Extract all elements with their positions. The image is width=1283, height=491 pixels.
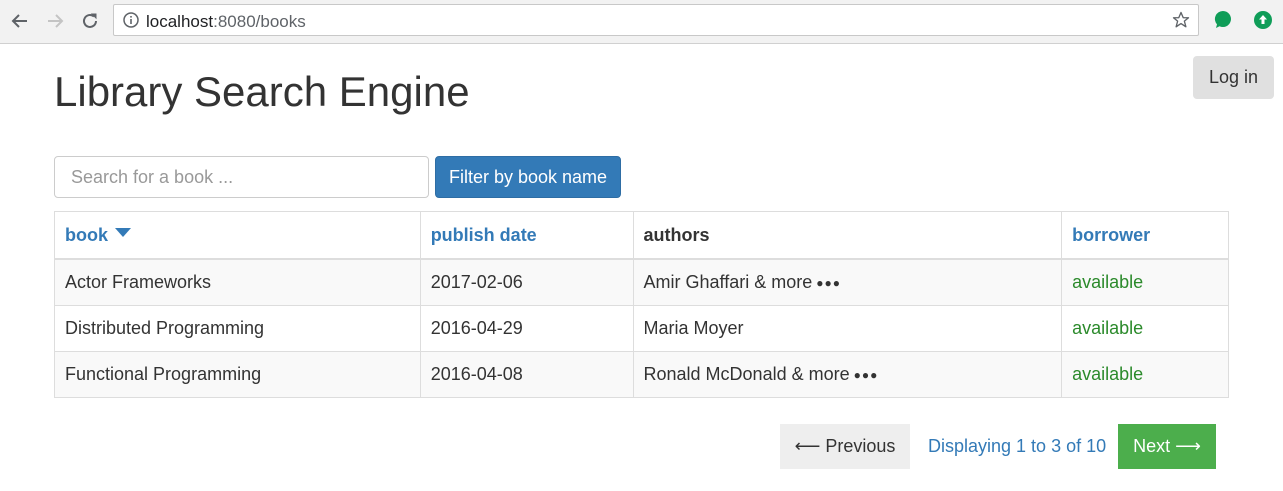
pagination-status: Displaying 1 to 3 of 10 xyxy=(928,436,1107,456)
authors-cell: Maria Moyer xyxy=(632,305,1063,352)
authors-cell: Amir Ghaffari & more ●●● xyxy=(632,258,1063,306)
search-input[interactable] xyxy=(54,156,429,198)
table-row: Actor Frameworks 2017-02-06 Amir Ghaffar… xyxy=(54,258,1229,306)
chat-extension-icon[interactable] xyxy=(1213,10,1233,30)
column-header-borrower[interactable]: borrower xyxy=(1061,211,1229,260)
table-row: Distributed Programming 2016-04-29 Maria… xyxy=(54,305,1229,352)
url-text: localhost:8080/books xyxy=(146,12,306,31)
filter-by-name-button[interactable]: Filter by book name xyxy=(435,156,621,198)
reload-button[interactable] xyxy=(78,9,102,33)
book-title-cell: Distributed Programming xyxy=(54,305,421,352)
more-authors-icon[interactable]: ●●● xyxy=(854,368,879,382)
borrower-cell: available xyxy=(1061,258,1229,306)
forward-arrow-icon xyxy=(48,14,64,28)
table-row: Functional Programming 2016-04-08 Ronald… xyxy=(54,351,1229,398)
column-header-authors: authors xyxy=(632,211,1063,260)
back-button[interactable] xyxy=(8,9,32,33)
browser-toolbar: localhost:8080/books xyxy=(0,0,1283,44)
column-header-publish-date[interactable]: publish date xyxy=(419,211,634,260)
bookmark-star-icon[interactable] xyxy=(1172,11,1190,34)
info-icon[interactable] xyxy=(123,12,139,33)
forward-button[interactable] xyxy=(43,9,67,33)
authors-cell: Ronald McDonald & more ●●● xyxy=(632,351,1063,398)
books-table: book publish date authors borrower Actor… xyxy=(54,211,1229,398)
next-page-button[interactable]: Next ⟶ xyxy=(1118,424,1216,469)
book-title-cell: Functional Programming xyxy=(54,351,421,398)
reload-icon xyxy=(83,13,97,28)
borrower-cell: available xyxy=(1061,305,1229,352)
publish-date-cell: 2016-04-08 xyxy=(419,351,634,398)
back-arrow-icon xyxy=(11,14,27,28)
column-header-label: borrower xyxy=(1072,224,1151,245)
column-header-label: authors xyxy=(643,224,710,245)
authors-text: Maria Moyer xyxy=(643,318,744,338)
upload-extension-icon[interactable] xyxy=(1253,10,1273,30)
publish-date-cell: 2016-04-29 xyxy=(419,305,634,352)
authors-text: Ronald McDonald & more xyxy=(643,364,850,384)
publish-date-cell: 2017-02-06 xyxy=(419,258,634,306)
address-bar[interactable]: localhost:8080/books xyxy=(113,4,1199,36)
previous-page-button[interactable]: ⟵ Previous xyxy=(780,424,910,469)
column-header-label: book xyxy=(65,224,108,245)
table-header-row: book publish date authors borrower xyxy=(54,211,1229,260)
page-title: Library Search Engine xyxy=(54,68,470,115)
login-button[interactable]: Log in xyxy=(1193,56,1274,99)
column-header-label: publish date xyxy=(430,224,537,245)
borrower-cell: available xyxy=(1061,351,1229,398)
book-title-cell: Actor Frameworks xyxy=(54,258,421,306)
more-authors-icon[interactable]: ●●● xyxy=(816,276,841,290)
authors-text: Amir Ghaffari & more xyxy=(643,272,813,292)
caret-down-icon xyxy=(115,228,131,238)
column-header-book[interactable]: book xyxy=(54,211,421,260)
